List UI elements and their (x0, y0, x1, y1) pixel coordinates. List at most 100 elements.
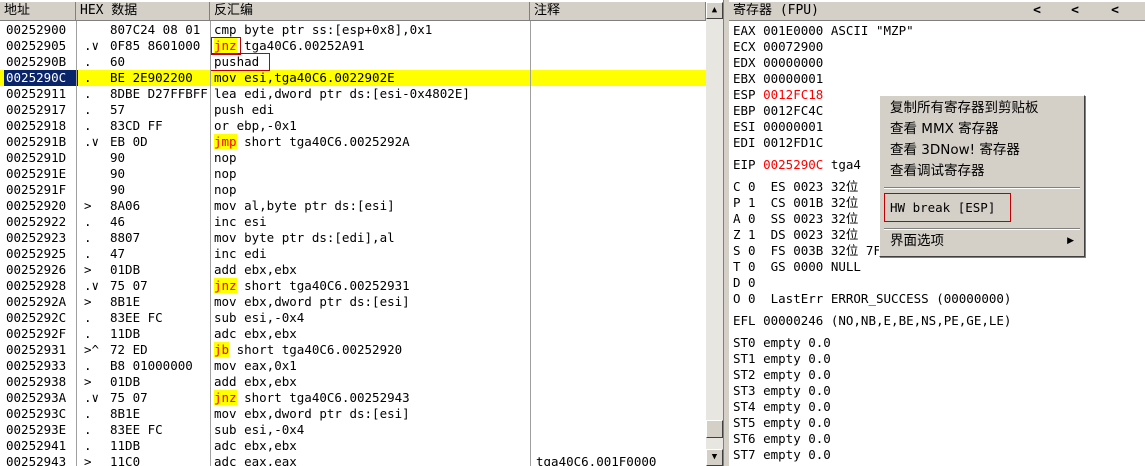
table-row[interactable]: 00252938 >01DB add ebx,ebx (0, 374, 706, 390)
menu-item-interface-options[interactable]: 界面选项 ▶ (882, 231, 1080, 252)
register-text: ST2 empty 0.0 (733, 367, 831, 382)
register-line[interactable]: ESI 00000001 (733, 119, 823, 135)
table-row[interactable]: 0025292C. 83EE FC sub esi,-0x4 (0, 310, 706, 326)
annotation-box (211, 37, 241, 55)
table-row[interactable]: 00252923. 8807 mov byte ptr ds:[edi],al (0, 230, 706, 246)
table-row[interactable]: 0025291E 90 nop (0, 166, 706, 182)
register-line[interactable]: Z 1 DS 0023 32位 (733, 227, 858, 243)
row-address: 0025290B (6, 54, 67, 69)
register-line[interactable]: ST5 empty 0.0 (733, 415, 831, 431)
register-pane-title: 寄存器 (FPU) (733, 3, 819, 18)
row-hex: 90 (110, 182, 126, 197)
register-text: ST1 empty 0.0 (733, 351, 831, 366)
row-jump-marker: .∨ (84, 38, 100, 53)
table-row[interactable]: 00252920 >8A06 mov al,byte ptr ds:[esi] (0, 198, 706, 214)
table-row[interactable]: 0025292A >8B1E mov ebx,dword ptr ds:[esi] (0, 294, 706, 310)
table-row[interactable]: 00252905 .∨ 0F85 8601000 jnz tga40C6.00252A… (0, 38, 706, 54)
register-line[interactable]: EAX 001E0000 ASCII "MZP" (733, 23, 914, 39)
row-hex: 0F85 8601000 (110, 38, 201, 53)
row-jump-marker: . (84, 86, 92, 101)
table-row[interactable]: 00252926 >01DB add ebx,ebx (0, 262, 706, 278)
row-comment (536, 214, 706, 230)
table-row[interactable]: 00252941. 11DB adc ebx,ebx (0, 438, 706, 454)
table-row[interactable]: 0025292F. 11DB adc ebx,ebx (0, 326, 706, 342)
register-line[interactable]: T 0 GS 0000 NULL (733, 259, 861, 275)
row-comment (536, 422, 706, 438)
table-row[interactable]: 00252917. 57 push edi (0, 102, 706, 118)
row-disassembly: add ebx,ebx (214, 262, 297, 277)
row-address: 0025291F (6, 182, 67, 197)
register-line[interactable]: ST0 empty 0.0 (733, 335, 831, 351)
disassembly-pane[interactable]: 地址 HEX 数据 反汇编 注释 00252900 807C24 08 01 cmp… (0, 0, 729, 466)
table-row[interactable]: 00252943 >11C0 adc eax,eax tga40C6.001F0000 (0, 454, 706, 466)
menu-item-view-mmx[interactable]: 查看 MMX 寄存器 (882, 119, 1080, 140)
chevron-left-icon[interactable]: < (1065, 2, 1085, 20)
register-line[interactable]: EBX 00000001 (733, 71, 823, 87)
register-line[interactable]: A 0 SS 0023 32位 (733, 211, 858, 227)
register-line[interactable]: ST6 empty 0.0 (733, 431, 831, 447)
register-line[interactable]: C 0 ES 0023 32位 (733, 179, 858, 195)
table-row[interactable]: 0025293C. 8B1E mov ebx,dword ptr ds:[esi] (0, 406, 706, 422)
register-line[interactable]: EFL 00000246 (NO,NB,E,BE,NS,PE,GE,LE) (733, 313, 1011, 329)
table-row[interactable]: 0025293A .∨ 75 07 jnz short tga40C6.0025294… (0, 390, 706, 406)
disassembly-scrollbar[interactable]: ▲ ▼ (706, 2, 723, 466)
header-comment[interactable]: 注释 (530, 2, 706, 21)
row-comment (536, 310, 706, 326)
row-jump-marker: . (84, 358, 92, 373)
header-hex[interactable]: HEX 数据 (76, 2, 210, 21)
register-line[interactable]: O 0 LastErr ERROR_SUCCESS (00000000) (733, 291, 1011, 307)
register-line[interactable]: EDX 00000000 (733, 55, 823, 71)
row-address: 00252905 (6, 38, 67, 53)
row-comment (536, 38, 706, 54)
table-row[interactable]: 00252918. 83CD FF or ebp,-0x1 (0, 118, 706, 134)
table-row[interactable]: 0025293E. 83EE FC sub esi,-0x4 (0, 422, 706, 438)
row-address: 00252917 (6, 102, 67, 117)
register-line[interactable]: ST7 empty 0.0 (733, 447, 831, 463)
table-row[interactable]: 0025290B. 60 pushad (0, 54, 706, 70)
row-hex: 807C24 08 01 (110, 22, 201, 37)
menu-item-view-3dnow[interactable]: 查看 3DNow! 寄存器 (882, 140, 1080, 161)
table-row[interactable]: 00252925. 47 inc edi (0, 246, 706, 262)
register-line[interactable]: ST2 empty 0.0 (733, 367, 831, 383)
register-line[interactable]: ST3 empty 0.0 (733, 383, 831, 399)
submenu-arrow-icon: ▶ (1067, 236, 1074, 246)
register-line[interactable]: ECX 00072900 (733, 39, 823, 55)
row-address: 0025292A (6, 294, 67, 309)
register-line[interactable]: ST1 empty 0.0 (733, 351, 831, 367)
table-row[interactable]: 00252900 807C24 08 01 cmp byte ptr ss:[esp… (0, 22, 706, 38)
triangle-down-icon[interactable]: ▼ (706, 449, 723, 466)
row-jump-marker: . (84, 422, 92, 437)
row-jump-marker (84, 182, 108, 198)
table-row[interactable]: 0025290C. BE 2E902200 mov esi,tga40C6.0022… (0, 70, 706, 86)
row-disassembly: adc ebx,ebx (214, 438, 297, 453)
register-line[interactable]: D 0 (733, 275, 756, 291)
register-line[interactable]: ESP 0012FC18 (733, 87, 823, 103)
register-line[interactable]: EIP 0025290C tga4 (733, 157, 861, 173)
register-line[interactable]: EBP 0012FC4C (733, 103, 823, 119)
menu-item-copy-registers[interactable]: 复制所有寄存器到剪贴板 (882, 98, 1080, 119)
row-address: 00252918 (6, 118, 67, 133)
table-row[interactable]: 0025291B .∨ EB 0D jmp short tga40C6.0025292… (0, 134, 706, 150)
triangle-up-icon[interactable]: ▲ (706, 2, 723, 19)
row-hex: B8 01000000 (110, 358, 193, 373)
register-line[interactable]: P 1 CS 001B 32位 (733, 195, 858, 211)
header-address[interactable]: 地址 (0, 2, 76, 21)
table-row[interactable]: 0025291D 90 nop (0, 150, 706, 166)
row-comment: tga40C6.001F0000 (536, 454, 657, 466)
register-line[interactable]: ST4 empty 0.0 (733, 399, 831, 415)
chevron-left-icon[interactable]: < (1105, 2, 1125, 20)
row-hex: 47 (110, 246, 126, 261)
table-row[interactable]: 00252931 >^ 72 ED jb short tga40C6.00252920 (0, 342, 706, 358)
scrollbar-thumb[interactable] (706, 420, 723, 438)
register-text: EDI 0012FD1C (733, 135, 824, 150)
table-row[interactable]: 0025291F 90 nop (0, 182, 706, 198)
table-row[interactable]: 00252922. 46 inc esi (0, 214, 706, 230)
table-row[interactable]: 00252911. 8DBE D27FFBFF lea edi,dword ptr … (0, 86, 706, 102)
header-disassembly[interactable]: 反汇编 (210, 2, 530, 21)
register-line[interactable]: EDI 0012FD1C (733, 135, 823, 151)
row-jump-marker (84, 166, 108, 182)
chevron-left-icon[interactable]: < (1027, 2, 1047, 20)
menu-item-view-debug-registers[interactable]: 查看调试寄存器 (882, 161, 1080, 182)
table-row[interactable]: 00252933. B8 01000000 mov eax,0x1 (0, 358, 706, 374)
table-row[interactable]: 00252928 .∨ 75 07 jnz short tga40C6.0025293… (0, 278, 706, 294)
